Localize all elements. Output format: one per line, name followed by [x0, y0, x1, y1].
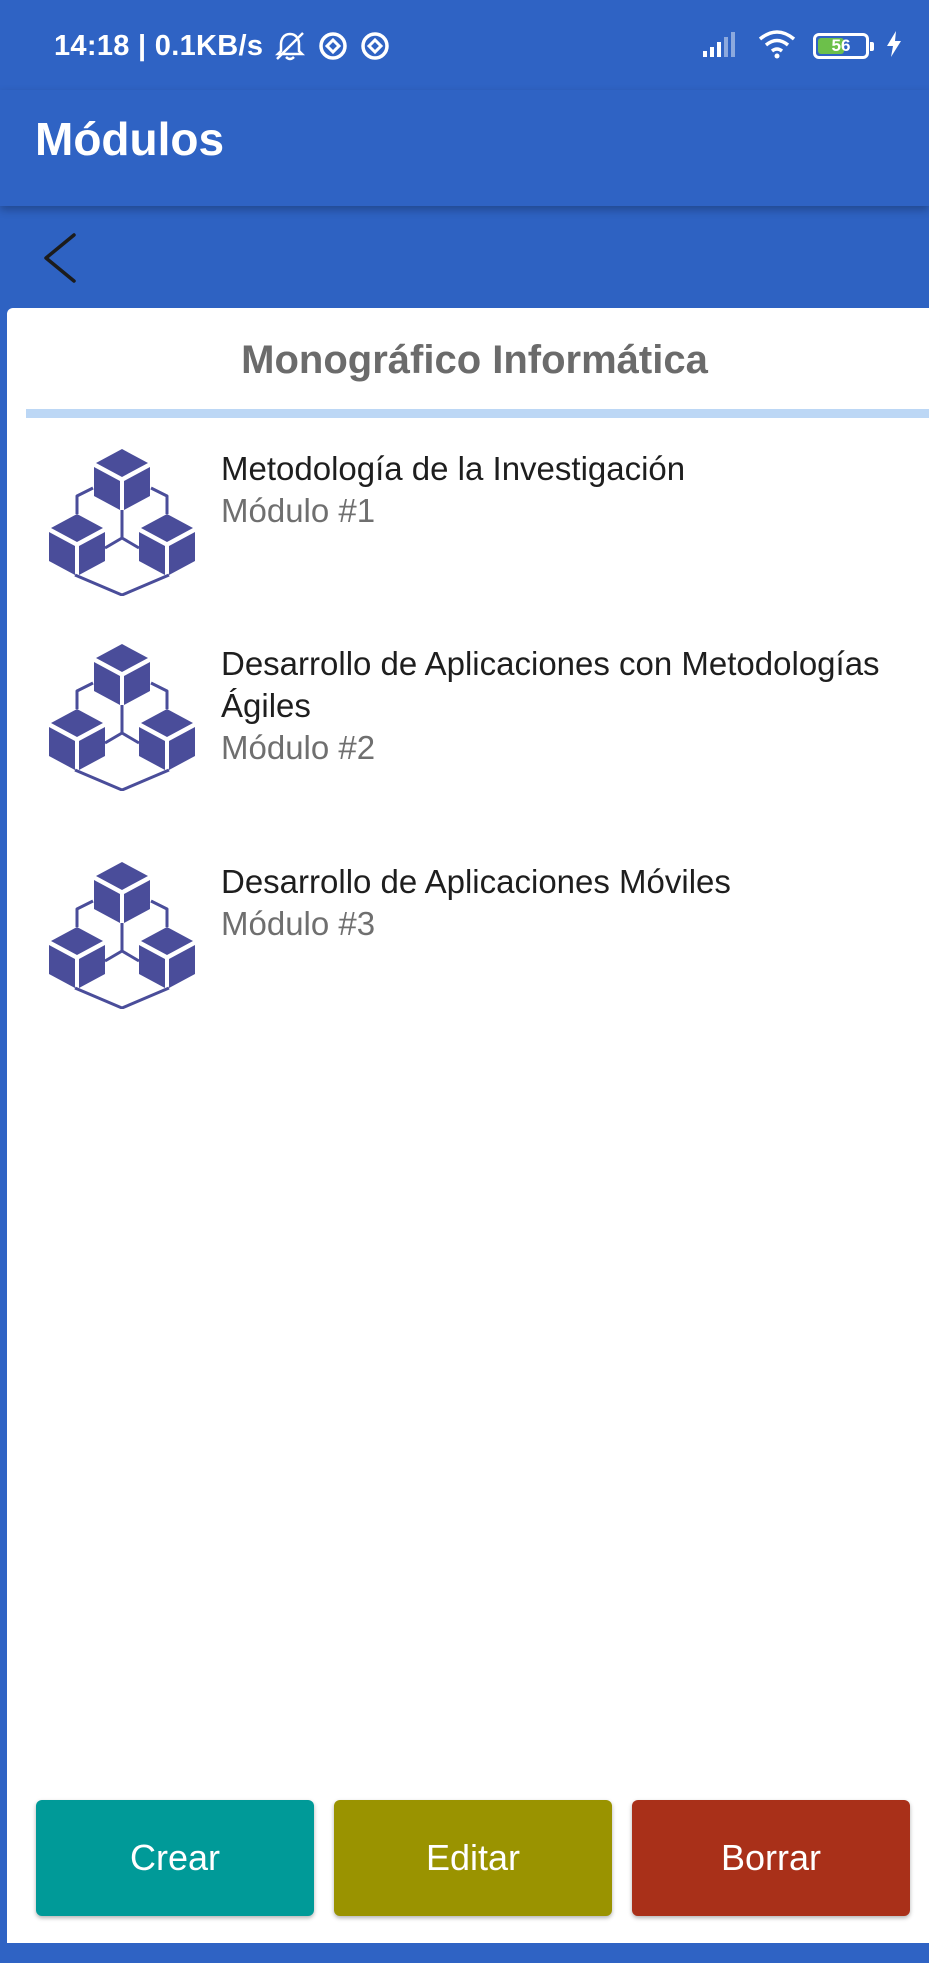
app-bar: Módulos: [0, 90, 929, 206]
signal-icon: [701, 29, 741, 64]
back-button[interactable]: [30, 226, 90, 290]
module-number: Módulo #1: [221, 492, 376, 529]
battery-nub: [870, 42, 874, 51]
edit-button[interactable]: Editar: [334, 1800, 612, 1916]
chevron-left-icon: [44, 233, 76, 283]
module-item-2[interactable]: Desarrollo de Aplicaciones con Metodolog…: [7, 643, 929, 833]
charging-icon: [885, 30, 903, 63]
modules-cube-icon: [49, 644, 195, 791]
status-left: 14:18 | 0.1KB/s: [54, 26, 391, 66]
course-card: Monográfico Informática Metodología de l…: [7, 308, 929, 1943]
battery-icon: 56: [813, 33, 874, 59]
page-title: Módulos: [35, 113, 225, 165]
module-text: Desarrollo de Aplicaciones con Metodolog…: [221, 643, 909, 769]
action-bar: Crear Editar Borrar: [36, 1800, 910, 1916]
delete-button[interactable]: Borrar: [632, 1800, 910, 1916]
sync-icon: [359, 30, 391, 62]
status-bar: 14:18 | 0.1KB/s 56: [0, 0, 929, 90]
alarm-off-icon: [273, 29, 307, 63]
course-title: Monográfico Informática: [241, 338, 708, 382]
module-item-3[interactable]: Desarrollo de Aplicaciones Móviles Módul…: [7, 861, 929, 1031]
bottom-strip: [0, 1943, 929, 1963]
sync-icon: [317, 30, 349, 62]
status-time: 14:18 | 0.1KB/s: [54, 29, 264, 62]
module-number: Módulo #2: [221, 729, 376, 766]
module-number: Módulo #3: [221, 905, 376, 942]
modules-cube-icon: [49, 449, 195, 596]
battery-level: 56: [831, 36, 851, 55]
module-name: Desarrollo de Aplicaciones con Metodolog…: [221, 645, 880, 724]
module-text: Desarrollo de Aplicaciones Móviles Módul…: [221, 861, 909, 945]
module-name: Desarrollo de Aplicaciones Móviles: [221, 863, 731, 900]
modules-cube-icon: [49, 862, 195, 1009]
divider: [26, 409, 929, 418]
wifi-icon: [757, 29, 797, 64]
navigation-bar: [0, 206, 929, 310]
module-name: Metodología de la Investigación: [221, 450, 686, 487]
create-button[interactable]: Crear: [36, 1800, 314, 1916]
status-right: 56: [701, 26, 903, 66]
module-item-1[interactable]: Metodología de la Investigación Módulo #…: [7, 448, 929, 618]
module-text: Metodología de la Investigación Módulo #…: [221, 448, 909, 532]
